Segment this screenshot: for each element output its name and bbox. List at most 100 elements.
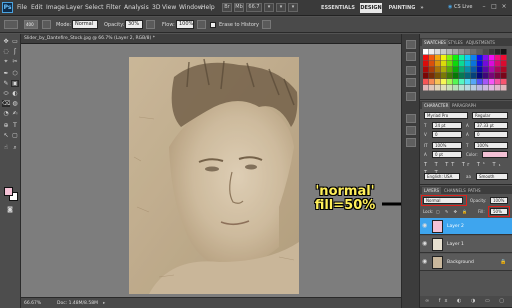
menu-filter[interactable]: Filter: [106, 4, 121, 11]
font-size-field[interactable]: 24 pt: [432, 122, 462, 129]
swatch-cell[interactable]: [465, 85, 471, 91]
layer-row-background[interactable]: ◉ Background 🔒: [420, 254, 512, 271]
hand-tool-icon[interactable]: ☝: [2, 144, 10, 151]
swatch-cell[interactable]: [453, 85, 459, 91]
swatch-cell[interactable]: [441, 55, 447, 61]
layer-row-layer-2[interactable]: ◉ Layer 2: [420, 218, 512, 235]
mini-bridge-button[interactable]: Mb: [234, 3, 244, 12]
swatch-cell[interactable]: [441, 79, 447, 85]
swatch-cell[interactable]: [459, 73, 465, 79]
clone-stamp-tool-icon[interactable]: ⬭: [2, 90, 10, 97]
swatch-cell[interactable]: [501, 61, 507, 67]
document-tab[interactable]: Slider_by_Dantefire_Stock.jpg @ 66.7% (L…: [21, 34, 401, 44]
swatch-cell[interactable]: [483, 79, 489, 85]
type-style-buttons[interactable]: T T TT Tr T¹ T₁ T T: [424, 161, 508, 176]
swatch-cell[interactable]: [495, 49, 501, 55]
swatch-cell[interactable]: [471, 61, 477, 67]
close-button[interactable]: ×: [500, 3, 508, 11]
menu-view[interactable]: View: [162, 4, 176, 11]
menu-analysis[interactable]: Analysis: [124, 4, 149, 11]
erase-to-history-checkbox[interactable]: [210, 22, 216, 28]
swatch-cell[interactable]: [423, 55, 429, 61]
swatch-cell[interactable]: [465, 73, 471, 79]
swatch-cell[interactable]: [459, 49, 465, 55]
lasso-tool-icon[interactable]: ◌: [2, 48, 10, 55]
swatch-cell[interactable]: [435, 79, 441, 85]
swatch-cell[interactable]: [429, 79, 435, 85]
swatch-cell[interactable]: [477, 79, 483, 85]
swatch-cell[interactable]: [429, 73, 435, 79]
swatch-cell[interactable]: [501, 73, 507, 79]
history-brush-tool-icon[interactable]: ◐: [11, 90, 19, 97]
language-select[interactable]: English: USA: [424, 173, 460, 180]
tab-paragraph[interactable]: PARAGRAPH: [450, 102, 478, 109]
swatch-cell[interactable]: [465, 79, 471, 85]
quick-mask-icon[interactable]: ◙: [5, 206, 15, 213]
vertical-scale-field[interactable]: 100%: [432, 142, 462, 149]
anti-alias-select[interactable]: Smooth: [476, 173, 508, 180]
slice-tool-icon[interactable]: ✂: [11, 58, 19, 65]
actions-panel-icon[interactable]: [406, 52, 416, 61]
swatch-cell[interactable]: [441, 49, 447, 55]
swatch-cell[interactable]: [435, 49, 441, 55]
swatch-cell[interactable]: [501, 55, 507, 61]
canvas-area[interactable]: [21, 44, 401, 297]
brush-panel-toggle-icon[interactable]: [42, 20, 51, 29]
swatch-cell[interactable]: [477, 67, 483, 73]
swatch-cell[interactable]: [495, 73, 501, 79]
pressure-opacity-icon[interactable]: [146, 20, 155, 29]
swatch-cell[interactable]: [435, 67, 441, 73]
swatch-cell[interactable]: [447, 73, 453, 79]
swatch-cell[interactable]: [423, 67, 429, 73]
eyedropper-tool-icon[interactable]: ✒: [2, 70, 10, 77]
airbrush-icon[interactable]: [197, 20, 206, 29]
swatch-cell[interactable]: [453, 79, 459, 85]
swatch-cell[interactable]: [429, 67, 435, 73]
leading-field[interactable]: 37.33 pt: [474, 122, 508, 129]
swatch-cell[interactable]: [489, 49, 495, 55]
document-photo[interactable]: [129, 57, 299, 294]
swatch-cell[interactable]: [459, 55, 465, 61]
tool-presets-panel-icon[interactable]: [406, 92, 416, 101]
swatch-cell[interactable]: [441, 67, 447, 73]
swatch-cell[interactable]: [489, 61, 495, 67]
swatch-cell[interactable]: [453, 73, 459, 79]
visibility-eye-icon[interactable]: ◉: [422, 259, 429, 265]
marquee-tool-icon[interactable]: ▭: [11, 38, 19, 45]
menu-help[interactable]: Help: [201, 4, 215, 11]
tracking-field[interactable]: 0: [474, 131, 508, 138]
swatch-cell[interactable]: [483, 61, 489, 67]
layers-panel-footer-icons[interactable]: ∞ fx ◐ ◑ ▭ ▢ 🗑: [420, 296, 512, 307]
layer-row-layer-1[interactable]: ◉ Layer 1: [420, 236, 512, 253]
swatch-cell[interactable]: [471, 85, 477, 91]
swatch-cell[interactable]: [483, 67, 489, 73]
swatch-cell[interactable]: [489, 73, 495, 79]
horizontal-scale-field[interactable]: 100%: [474, 142, 508, 149]
swatch-cell[interactable]: [453, 67, 459, 73]
brush-preset-picker[interactable]: 400: [24, 20, 38, 29]
minimize-button[interactable]: –: [480, 3, 488, 11]
swatch-cell[interactable]: [423, 61, 429, 67]
swatch-cell[interactable]: [459, 67, 465, 73]
more-workspaces-button[interactable]: »: [418, 3, 426, 13]
zoom-tool-icon[interactable]: ⌕: [11, 144, 19, 151]
zoom-percentage[interactable]: 66.67%: [24, 301, 41, 306]
swatch-cell[interactable]: [435, 61, 441, 67]
menu-window[interactable]: Window: [179, 4, 203, 11]
swatch-cell[interactable]: [495, 67, 501, 73]
quick-selection-tool-icon[interactable]: ʃ: [11, 48, 19, 55]
menu-select[interactable]: Select: [85, 4, 104, 11]
swatch-cell[interactable]: [429, 61, 435, 67]
type-tool-icon[interactable]: T: [11, 122, 19, 129]
history-panel-icon[interactable]: [406, 40, 416, 49]
eraser-tool-icon[interactable]: ⌫: [2, 100, 10, 107]
swatch-cell[interactable]: [477, 49, 483, 55]
crop-tool-icon[interactable]: ⌖: [2, 58, 10, 65]
visibility-eye-icon[interactable]: ◉: [422, 241, 429, 247]
swatch-cell[interactable]: [483, 73, 489, 79]
swatch-cell[interactable]: [495, 61, 501, 67]
swatch-cell[interactable]: [465, 49, 471, 55]
blur-tool-icon[interactable]: ◔: [2, 110, 10, 117]
mode-select[interactable]: Normal: [72, 20, 98, 29]
screen-mode-dropdown[interactable]: ▾: [288, 3, 298, 12]
